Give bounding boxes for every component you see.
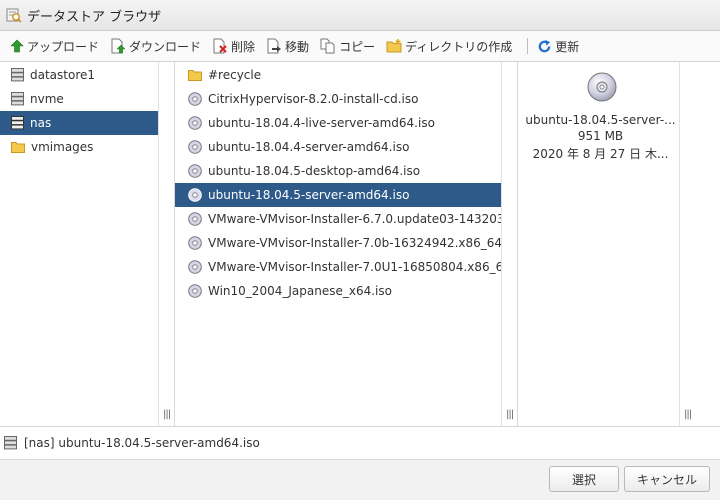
- file-item[interactable]: VMware-VMvisor-Installer-7.0U1-16850804.…: [175, 255, 515, 279]
- refresh-icon: [538, 39, 551, 52]
- file-label: CitrixHypervisor-8.2.0-install-cd.iso: [208, 92, 419, 106]
- disc-icon: [188, 188, 202, 202]
- new-folder-icon: [386, 39, 402, 53]
- disc-icon: [188, 92, 202, 106]
- file-item[interactable]: ubuntu-18.04.4-server-amd64.iso: [175, 135, 501, 159]
- file-label: ubuntu-18.04.5-server-amd64.iso: [208, 188, 410, 202]
- file-item[interactable]: VMware-VMvisor-Installer-7.0b-16324942.x…: [175, 231, 517, 255]
- datastore-label: nas: [30, 116, 52, 130]
- disc-icon: [188, 164, 202, 178]
- delete-button[interactable]: 削除: [212, 38, 255, 55]
- upload-label: アップロード: [27, 39, 100, 54]
- copy-icon: [320, 38, 335, 54]
- file-preview: ubuntu-18.04.5-server-... 951 MB 2020 年 …: [518, 72, 683, 162]
- dialog-footer: 選択 キャンセル: [0, 459, 720, 500]
- preview-pane: ubuntu-18.04.5-server-... 951 MB 2020 年 …: [518, 62, 720, 426]
- delete-label: 削除: [231, 39, 256, 54]
- select-button[interactable]: 選択: [549, 466, 619, 492]
- download-icon: [111, 38, 126, 54]
- file-label: Win10_2004_Japanese_x64.iso: [208, 284, 392, 298]
- datastore-browser-icon: [6, 8, 22, 23]
- download-label: ダウンロード: [129, 39, 202, 54]
- download-button[interactable]: ダウンロード: [110, 38, 201, 55]
- create-directory-button[interactable]: ディレクトリの作成: [386, 38, 512, 55]
- file-item[interactable]: ubuntu-18.04.5-desktop-amd64.iso: [175, 159, 501, 183]
- upload-icon: [10, 39, 24, 53]
- storage-icon: [4, 436, 17, 450]
- disc-icon: [188, 212, 202, 226]
- refresh-button[interactable]: 更新: [537, 38, 579, 55]
- refresh-label: 更新: [555, 39, 580, 54]
- disc-icon: [188, 140, 202, 154]
- move-button[interactable]: 移動: [266, 38, 309, 55]
- copy-label: コピー: [339, 39, 376, 54]
- datastore-pane-scrollbar[interactable]: |||: [158, 62, 174, 426]
- file-item[interactable]: CitrixHypervisor-8.2.0-install-cd.iso: [175, 87, 501, 111]
- file-list-pane: #recycle CitrixHypervisor-8.2.0-install-…: [175, 62, 518, 426]
- file-pane-scrollbar[interactable]: |||: [501, 62, 517, 426]
- datastore-list-pane: datastore1 nvme nas vmimages |||: [0, 62, 175, 426]
- preview-pane-scrollbar[interactable]: |||: [679, 62, 696, 426]
- file-label: ubuntu-18.04.4-server-amd64.iso: [208, 140, 410, 154]
- file-label: VMware-VMvisor-Installer-7.0b-16324942.x…: [208, 236, 518, 250]
- delete-icon: [213, 38, 227, 54]
- cancel-button[interactable]: キャンセル: [624, 466, 710, 492]
- toolbar-separator: [527, 38, 529, 54]
- datastore-item-nvme[interactable]: nvme: [0, 87, 158, 111]
- upload-button[interactable]: アップロード: [10, 38, 99, 55]
- preview-file-size: 951 MB: [577, 129, 624, 143]
- disc-icon: [587, 72, 616, 102]
- copy-button[interactable]: コピー: [320, 38, 375, 55]
- file-label: VMware-VMvisor-Installer-7.0U1-16850804.…: [208, 260, 515, 274]
- toolbar: アップロード ダウンロード 削除 移動 コピー ディレクトリの作成 更新: [0, 31, 720, 62]
- title-bar: データストア ブラウザ: [0, 0, 720, 31]
- window-title: データストア ブラウザ: [27, 9, 162, 25]
- file-label: ubuntu-18.04.5-desktop-amd64.iso: [208, 164, 421, 178]
- preview-file-name: ubuntu-18.04.5-server-...: [525, 113, 676, 127]
- disc-icon: [188, 284, 202, 298]
- resize-grip-icon: |||: [506, 409, 514, 420]
- datastore-item-nas[interactable]: nas: [0, 111, 158, 135]
- storage-icon: [11, 92, 24, 106]
- resize-grip-icon: |||: [684, 409, 692, 420]
- file-label: #recycle: [208, 68, 262, 82]
- datastore-item-datastore1[interactable]: datastore1: [0, 63, 158, 87]
- datastore-item-vmimages[interactable]: vmimages: [0, 135, 158, 159]
- storage-icon: [11, 68, 24, 82]
- selected-path: [nas] ubuntu-18.04.5-server-amd64.iso: [24, 436, 260, 450]
- file-item[interactable]: ubuntu-18.04.4-live-server-amd64.iso: [175, 111, 501, 135]
- file-label: ubuntu-18.04.4-live-server-amd64.iso: [208, 116, 435, 130]
- disc-icon: [188, 116, 202, 130]
- preview-file-date: 2020 年 8 月 27 日 木...: [532, 147, 669, 161]
- storage-icon: [11, 116, 24, 130]
- move-icon: [267, 38, 282, 54]
- datastore-label: datastore1: [30, 68, 96, 82]
- file-label: VMware-VMvisor-Installer-6.7.0.update03-…: [208, 212, 516, 226]
- disc-icon: [188, 260, 202, 274]
- folder-icon: [11, 142, 25, 153]
- move-label: 移動: [285, 39, 310, 54]
- datastore-label: vmimages: [31, 140, 94, 154]
- file-item[interactable]: VMware-VMvisor-Installer-6.7.0.update03-…: [175, 207, 516, 231]
- resize-grip-icon: |||: [163, 409, 171, 420]
- datastore-label: nvme: [30, 92, 64, 106]
- disc-icon: [188, 236, 202, 250]
- file-item[interactable]: Win10_2004_Japanese_x64.iso: [175, 279, 501, 303]
- create-directory-label: ディレクトリの作成: [405, 39, 513, 54]
- folder-icon: [188, 70, 202, 81]
- status-bar: [nas] ubuntu-18.04.5-server-amd64.iso: [0, 426, 720, 459]
- file-item[interactable]: #recycle: [175, 63, 501, 87]
- file-item[interactable]: ubuntu-18.04.5-server-amd64.iso: [175, 183, 501, 207]
